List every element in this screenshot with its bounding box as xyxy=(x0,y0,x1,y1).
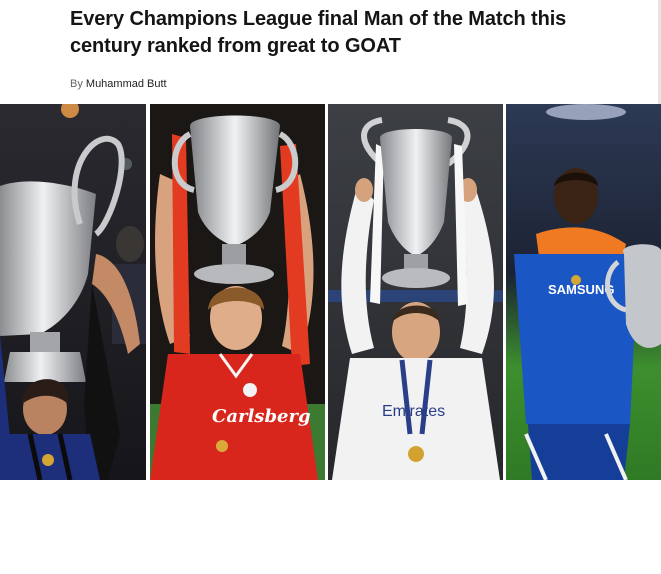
article-headline: Every Champions League final Man of the … xyxy=(70,8,567,57)
liverpool-sponsor-text: Carlsberg xyxy=(212,406,311,427)
byline-prefix: By xyxy=(70,78,83,90)
author-link[interactable]: Muhammad Butt xyxy=(86,78,167,90)
byline: By Muhammad Butt xyxy=(70,78,167,90)
hero-image: Carlsberg Emirates SAMSUNG S Squawka xyxy=(0,104,661,574)
madrid-player-illustration: Emirates xyxy=(328,104,503,480)
chelsea-sponsor-text: SAMSUNG xyxy=(548,282,614,297)
squawka-logo-icon: S xyxy=(272,554,290,572)
photo-panel-inter xyxy=(0,104,146,480)
photo-panel-liverpool: Carlsberg xyxy=(150,104,325,480)
chelsea-player-illustration: SAMSUNG xyxy=(506,104,661,480)
photo-panel-chelsea: SAMSUNG xyxy=(506,104,661,480)
inter-player-illustration xyxy=(0,104,146,480)
squawka-watermark: S Squawka xyxy=(272,552,391,574)
liverpool-player-illustration: Carlsberg xyxy=(150,104,325,480)
article-header: Every Champions League final Man of the … xyxy=(0,0,661,104)
madrid-sponsor-text: Emirates xyxy=(382,403,445,420)
watermark-text: Squawka xyxy=(294,552,392,574)
photo-panel-madrid: Emirates xyxy=(328,104,503,480)
